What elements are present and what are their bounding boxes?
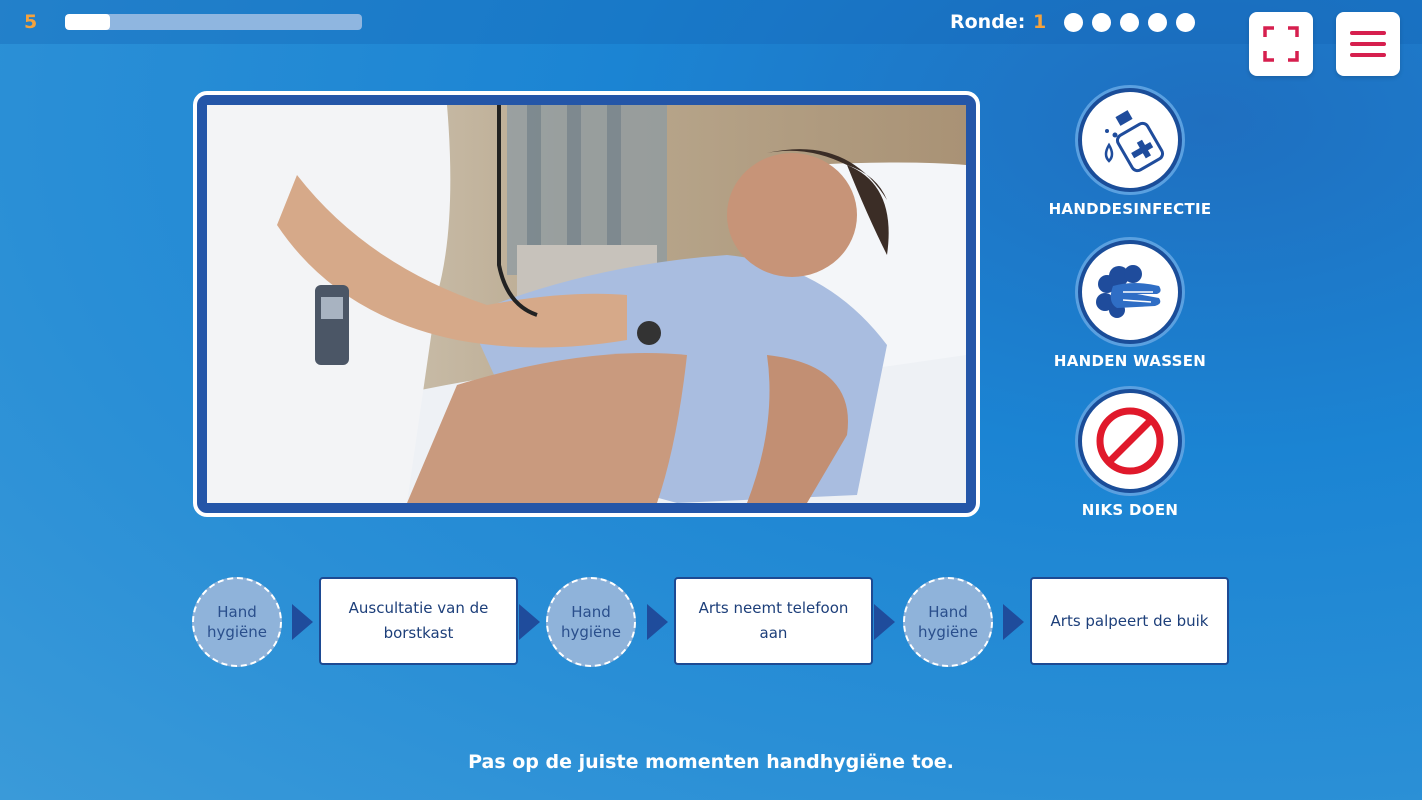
step-box-1: Auscultatie van de borstkast: [319, 577, 518, 665]
round-number: 1: [1033, 11, 1047, 33]
doctor-patient-illustration: [207, 105, 966, 503]
sequence-arrow: [647, 604, 668, 640]
choice-label: NIKS DOEN: [1081, 501, 1179, 519]
fullscreen-button[interactable]: [1249, 12, 1313, 76]
round-dot: [1148, 13, 1167, 32]
hamburger-menu-icon: [1350, 31, 1386, 57]
choice-label: HANDDESINFECTIE: [1048, 200, 1212, 218]
scene-photo-frame: [193, 91, 980, 517]
hand-hygiene-slot-2[interactable]: Hand hygiëne: [546, 577, 636, 667]
sequence-arrow: [292, 604, 313, 640]
choice-hand-disinfection[interactable]: HANDDESINFECTIE: [1040, 88, 1220, 218]
sequence-arrow: [1003, 604, 1024, 640]
step-box-2: Arts neemt telefoon aan: [674, 577, 873, 665]
choice-circle[interactable]: [1078, 389, 1182, 493]
menu-button[interactable]: [1336, 12, 1400, 76]
choice-circle[interactable]: [1078, 88, 1182, 192]
round-dot: [1176, 13, 1195, 32]
step-label: Arts palpeert de buik: [1050, 611, 1209, 630]
sequence-arrow: [519, 604, 540, 640]
choice-label: HANDEN WASSEN: [1053, 352, 1207, 370]
hand-sanitizer-icon: [1104, 110, 1165, 173]
progress-bar: [65, 14, 362, 30]
hand-hygiene-slot-1[interactable]: Hand hygiëne: [192, 577, 282, 667]
round-dots: [1064, 13, 1195, 32]
instruction-text: Pas op de juiste momenten handhygiëne to…: [468, 751, 954, 773]
choice-do-nothing[interactable]: NIKS DOEN: [1040, 389, 1220, 519]
hand-washing-icon: [1096, 265, 1161, 318]
step-label: Auscultatie van de borstkast: [348, 599, 489, 642]
score-counter: 5: [24, 11, 38, 33]
choice-circle[interactable]: [1078, 240, 1182, 344]
prohibited-icon: [1096, 407, 1164, 475]
slot-label: Hand hygiëne: [917, 603, 979, 641]
step-label: Arts neemt telefoon aan: [698, 599, 849, 642]
choice-hand-washing[interactable]: HANDEN WASSEN: [1040, 240, 1220, 370]
progress-bar-fill: [65, 14, 110, 30]
round-dot: [1064, 13, 1083, 32]
round-dot: [1120, 13, 1139, 32]
sequence-arrow: [874, 604, 895, 640]
hand-hygiene-slot-3[interactable]: Hand hygiëne: [903, 577, 993, 667]
slot-label: Hand hygiëne: [206, 603, 268, 641]
round-label: Ronde:: [950, 11, 1026, 33]
slot-label: Hand hygiëne: [560, 603, 622, 641]
round-dot: [1092, 13, 1111, 32]
fullscreen-icon: [1263, 26, 1299, 62]
step-box-3: Arts palpeert de buik: [1030, 577, 1229, 665]
scene-photo: [207, 105, 966, 503]
